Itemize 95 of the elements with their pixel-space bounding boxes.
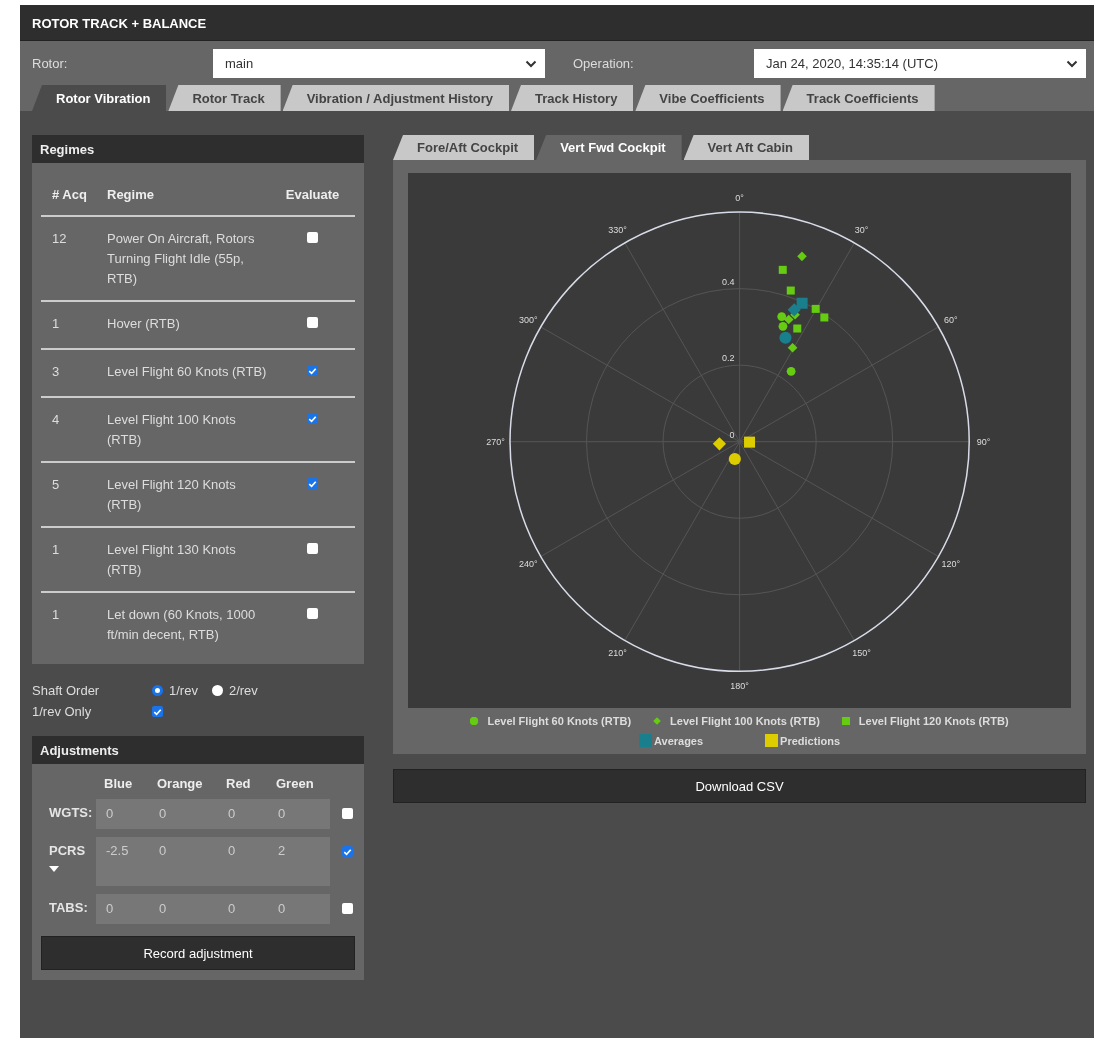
checkbox[interactable] bbox=[342, 903, 353, 914]
radio-label[interactable]: 1/rev bbox=[169, 683, 198, 698]
table-cell: Level Flight 120 Knots (RTB) bbox=[96, 463, 270, 528]
row-label: TABS: bbox=[49, 900, 88, 915]
angle-label: 180° bbox=[730, 680, 749, 691]
radio-label[interactable]: 2/rev bbox=[228, 683, 258, 698]
field-label: 1/rev Only bbox=[32, 704, 93, 719]
checkbox[interactable] bbox=[307, 232, 318, 243]
tab[interactable]: Vert Fwd Cockpit bbox=[536, 135, 682, 160]
radio-button[interactable] bbox=[152, 685, 163, 696]
legend-label: Level Flight 60 Knots (RTB) bbox=[487, 715, 632, 727]
panel-header: Adjustments bbox=[32, 736, 364, 764]
table-cell: Level Flight 100 Knots (RTB) bbox=[96, 398, 270, 463]
angle-label: 330° bbox=[608, 225, 627, 236]
radius-label: 0.2 bbox=[722, 353, 735, 364]
data-point bbox=[797, 251, 807, 262]
table-cell: Hover (RTB) bbox=[96, 302, 270, 350]
dropdown[interactable]: Jan 24, 2020, 14:35:14 (UTC) bbox=[754, 49, 1086, 78]
angle-label: 90° bbox=[976, 436, 991, 447]
column-header: # Acq bbox=[41, 175, 96, 217]
legend-label: Predictions bbox=[780, 734, 840, 747]
tab[interactable]: Rotor Track bbox=[168, 85, 281, 111]
data-point bbox=[811, 304, 820, 313]
table-cell: Power On Aircraft, Rotors Turning Flight Idle (55p, RTB) bbox=[96, 217, 270, 302]
checkbox[interactable] bbox=[342, 846, 353, 857]
checkbox[interactable] bbox=[307, 543, 318, 554]
field-label: Operation: bbox=[573, 56, 635, 71]
angle-label: 60° bbox=[944, 314, 958, 325]
tab[interactable]: Vert Aft Cabin bbox=[683, 135, 810, 160]
field-label: Rotor: bbox=[32, 56, 69, 71]
column-header: Orange bbox=[156, 776, 204, 791]
row-label: PCRS bbox=[49, 843, 86, 858]
data-point bbox=[786, 286, 795, 295]
data-point bbox=[778, 321, 788, 331]
app-title: ROTOR TRACK + BALANCE bbox=[20, 5, 1094, 41]
data-point bbox=[786, 366, 796, 376]
data-point bbox=[744, 436, 756, 448]
radius-label: 0.4 bbox=[722, 276, 735, 287]
column-header: Blue bbox=[103, 776, 134, 791]
angle-label: 210° bbox=[608, 648, 627, 658]
legend-label: Averages bbox=[654, 734, 704, 747]
table-cell: 12 bbox=[41, 217, 96, 302]
radio-button[interactable] bbox=[211, 685, 223, 696]
checkbox[interactable] bbox=[307, 608, 318, 619]
checkbox[interactable] bbox=[342, 808, 353, 819]
tab[interactable]: Track History bbox=[511, 85, 634, 111]
radius-label: 0 bbox=[729, 429, 735, 440]
data-point bbox=[783, 314, 794, 325]
checkbox[interactable] bbox=[307, 317, 318, 328]
table-cell: 1 bbox=[41, 528, 96, 593]
record-button[interactable]: Record adjustment bbox=[41, 936, 355, 970]
angle-label: 270° bbox=[486, 436, 505, 447]
tab[interactable]: Vibration / Adjustment History bbox=[282, 85, 509, 111]
table-cell: Level Flight 60 Knots (RTB) bbox=[96, 350, 270, 398]
data-point bbox=[796, 297, 808, 309]
tab[interactable]: Fore/Aft Cockpit bbox=[393, 135, 535, 160]
table-cell: 1 bbox=[41, 302, 96, 350]
field-label: Shaft Order bbox=[32, 683, 101, 698]
column-header: Evaluate bbox=[270, 175, 355, 217]
tab[interactable]: Vibe Coefficients bbox=[635, 85, 781, 111]
chevron-icon bbox=[525, 59, 537, 68]
download-button[interactable]: Download CSV bbox=[393, 769, 1086, 803]
legend-label: Level Flight 120 Knots (RTB) bbox=[858, 715, 1009, 727]
legend-label: Level Flight 100 Knots (RTB) bbox=[670, 715, 820, 727]
data-point bbox=[712, 437, 727, 451]
checkbox[interactable] bbox=[307, 413, 318, 424]
angle-label: 120° bbox=[941, 558, 961, 569]
angle-label: 150° bbox=[852, 648, 871, 658]
panel-header: Regimes bbox=[32, 135, 364, 163]
angle-label: 240° bbox=[519, 558, 538, 569]
table-cell: 4 bbox=[41, 398, 96, 463]
table-cell-text: 1 bbox=[51, 606, 61, 624]
angle-label: 0° bbox=[735, 192, 744, 203]
caret-icon[interactable] bbox=[49, 866, 59, 872]
column-header: Green bbox=[275, 776, 315, 791]
angle-label: 300° bbox=[519, 314, 538, 325]
tab[interactable]: Track Coefficients bbox=[782, 85, 935, 111]
dropdown[interactable]: main bbox=[213, 49, 545, 78]
row-label: WGTS: bbox=[49, 805, 93, 820]
table-cell: Level Flight 130 Knots (RTB) bbox=[96, 528, 270, 593]
angle-label: 30° bbox=[854, 225, 869, 236]
checkbox[interactable] bbox=[307, 365, 318, 376]
chevron-icon bbox=[1066, 59, 1078, 68]
column-header: Regime bbox=[96, 175, 270, 217]
tab[interactable]: Rotor Vibration bbox=[32, 85, 167, 111]
data-point bbox=[820, 313, 829, 322]
table-cell: 5 bbox=[41, 463, 96, 528]
table-cell: 3 bbox=[41, 350, 96, 398]
checkbox[interactable] bbox=[307, 478, 318, 489]
data-point bbox=[728, 453, 741, 466]
column-header: Red bbox=[225, 776, 252, 791]
data-point bbox=[787, 342, 798, 353]
table-cell-text: Let down (60 Knots, 1000 ft/min decent, RTB) bbox=[106, 606, 257, 644]
checkbox[interactable] bbox=[152, 706, 163, 717]
data-point bbox=[778, 265, 787, 274]
